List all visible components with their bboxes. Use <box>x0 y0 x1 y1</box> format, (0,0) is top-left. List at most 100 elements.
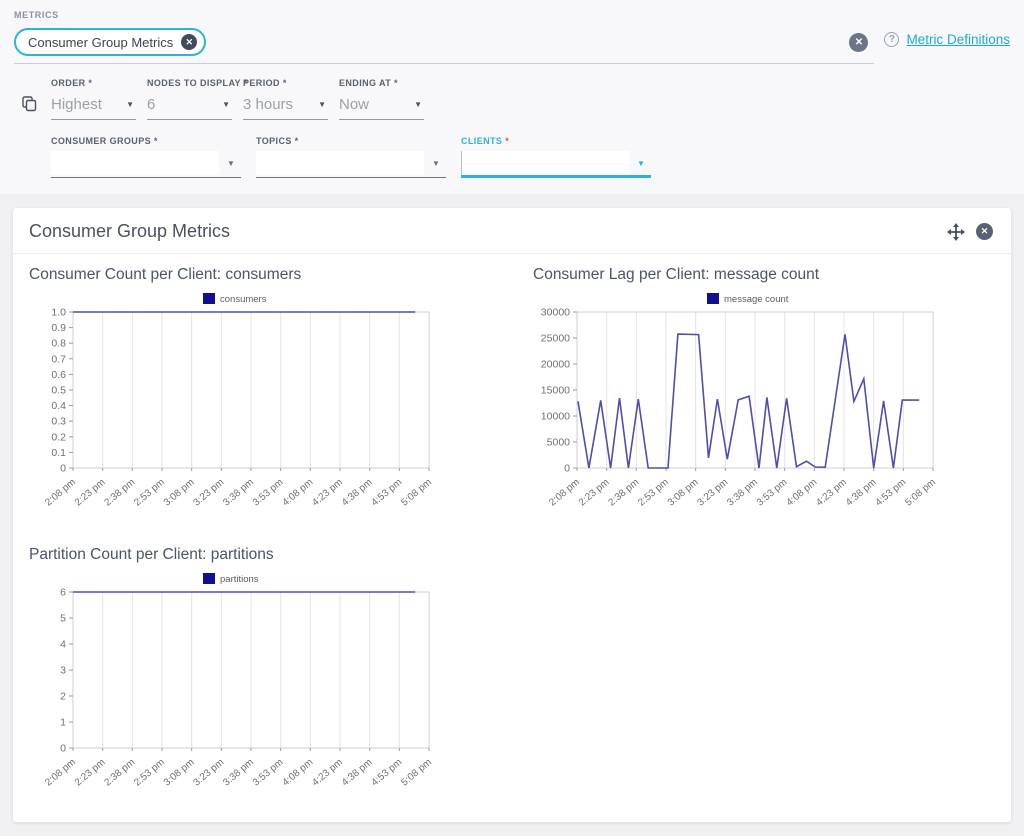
svg-text:5000: 5000 <box>547 437 571 449</box>
metric-chip[interactable]: Consumer Group Metrics ✕ <box>14 28 206 56</box>
svg-text:25000: 25000 <box>541 333 570 345</box>
ending-at-select[interactable]: ENDING AT * Now▼ <box>339 78 424 120</box>
svg-text:3:53 pm: 3:53 pm <box>755 477 790 509</box>
metrics-panel: Consumer Group Metrics ✕ Consumer C <box>13 208 1011 822</box>
nodes-to-display-select[interactable]: NODES TO DISPLAY * 6▼ <box>147 78 232 120</box>
svg-text:2:38 pm: 2:38 pm <box>103 757 138 789</box>
svg-text:3:38 pm: 3:38 pm <box>725 477 760 509</box>
help-icon[interactable]: ? <box>884 32 899 47</box>
svg-text:2:53 pm: 2:53 pm <box>636 477 671 509</box>
clear-metrics-button[interactable]: ✕ <box>849 33 868 52</box>
chevron-down-icon[interactable]: ▼ <box>432 159 440 168</box>
chevron-down-icon[interactable]: ▼ <box>318 100 326 109</box>
svg-text:4:38 pm: 4:38 pm <box>340 757 375 789</box>
chevron-down-icon[interactable]: ▼ <box>222 100 230 109</box>
chevron-down-icon[interactable]: ▼ <box>637 159 645 168</box>
chart-consumer-count: Consumer Count per Client: consumers 00.… <box>25 266 491 522</box>
svg-text:0.3: 0.3 <box>51 416 66 428</box>
svg-text:6: 6 <box>60 587 66 599</box>
chart-partition-count: Partition Count per Client: partitions 0… <box>25 546 491 802</box>
topics-input[interactable] <box>256 151 424 175</box>
svg-text:0.2: 0.2 <box>51 431 66 443</box>
period-value: 3 hours <box>243 96 293 113</box>
svg-text:consumers: consumers <box>220 294 267 305</box>
svg-text:2:08 pm: 2:08 pm <box>43 757 78 789</box>
move-panel-icon[interactable] <box>947 223 965 241</box>
clients-input[interactable] <box>461 151 629 175</box>
chart-canvas: 0500010000150002000025000300002:08 pm2:2… <box>529 290 969 522</box>
filter-row-1: ORDER * Highest▼ NODES TO DISPLAY * 6▼ P… <box>51 78 1010 120</box>
copy-icon[interactable] <box>22 96 37 178</box>
chevron-down-icon[interactable]: ▼ <box>227 159 235 168</box>
svg-text:15000: 15000 <box>541 385 570 397</box>
svg-text:4:23 pm: 4:23 pm <box>310 477 345 509</box>
svg-text:4:08 pm: 4:08 pm <box>281 757 316 789</box>
svg-text:4:53 pm: 4:53 pm <box>874 477 909 509</box>
metrics-multiselect-input[interactable]: Consumer Group Metrics ✕ ✕ <box>14 28 874 64</box>
clients-combobox[interactable]: CLIENTS * ▼ <box>461 136 651 178</box>
filters: ORDER * Highest▼ NODES TO DISPLAY * 6▼ P… <box>14 78 1010 178</box>
chart-canvas: 01234562:08 pm2:23 pm2:38 pm2:53 pm3:08 … <box>25 570 465 802</box>
svg-text:3:53 pm: 3:53 pm <box>251 757 286 789</box>
topics-combobox[interactable]: TOPICS * ▼ <box>256 136 446 178</box>
svg-text:4:38 pm: 4:38 pm <box>340 477 375 509</box>
svg-text:3:08 pm: 3:08 pm <box>162 757 197 789</box>
period-select[interactable]: PERIOD * 3 hours▼ <box>243 78 328 120</box>
chip-remove-icon[interactable]: ✕ <box>181 34 197 50</box>
metric-definitions-link[interactable]: Metric Definitions <box>906 32 1010 47</box>
order-select[interactable]: ORDER * Highest▼ <box>51 78 136 120</box>
svg-text:0.9: 0.9 <box>51 322 66 334</box>
svg-text:message count: message count <box>724 294 789 305</box>
metrics-select-row: Consumer Group Metrics ✕ ✕ ? Metric Defi… <box>14 28 1010 64</box>
ending-at-value: Now <box>339 96 369 113</box>
metric-definitions-group: ? Metric Definitions <box>884 28 1010 47</box>
consumer-groups-input[interactable] <box>51 151 219 175</box>
svg-text:0: 0 <box>60 743 66 755</box>
chevron-down-icon[interactable]: ▼ <box>414 100 422 109</box>
nodes-value: 6 <box>147 96 155 113</box>
svg-text:3:08 pm: 3:08 pm <box>666 477 701 509</box>
svg-text:3:38 pm: 3:38 pm <box>221 477 256 509</box>
metric-chip-label: Consumer Group Metrics <box>28 35 173 50</box>
panel-header: Consumer Group Metrics ✕ <box>13 208 1011 254</box>
panel-title: Consumer Group Metrics <box>29 221 230 242</box>
svg-text:5:08 pm: 5:08 pm <box>903 477 938 509</box>
svg-text:3:23 pm: 3:23 pm <box>192 757 227 789</box>
chart-title: Partition Count per Client: partitions <box>29 546 491 564</box>
svg-text:4:23 pm: 4:23 pm <box>814 477 849 509</box>
svg-text:4: 4 <box>60 639 66 651</box>
svg-text:5:08 pm: 5:08 pm <box>399 477 434 509</box>
order-value: Highest <box>51 96 102 113</box>
svg-text:0.5: 0.5 <box>51 385 66 397</box>
consumer-groups-label: CONSUMER GROUPS <box>51 136 151 146</box>
svg-text:3:23 pm: 3:23 pm <box>696 477 731 509</box>
svg-text:0.8: 0.8 <box>51 338 66 350</box>
svg-text:4:23 pm: 4:23 pm <box>310 757 345 789</box>
chart-title: Consumer Lag per Client: message count <box>533 266 995 284</box>
chart-canvas: 00.10.20.30.40.50.60.70.80.91.02:08 pm2:… <box>25 290 465 522</box>
svg-text:30000: 30000 <box>541 307 570 319</box>
order-label: ORDER <box>51 78 86 88</box>
svg-text:2:53 pm: 2:53 pm <box>132 757 167 789</box>
svg-text:3: 3 <box>60 665 66 677</box>
svg-text:3:53 pm: 3:53 pm <box>251 477 286 509</box>
svg-text:partitions: partitions <box>220 574 259 585</box>
metrics-filter-section: METRICS Consumer Group Metrics ✕ ✕ ? Met… <box>0 0 1024 194</box>
svg-text:0.4: 0.4 <box>51 400 66 412</box>
chevron-down-icon[interactable]: ▼ <box>126 100 134 109</box>
svg-text:0.1: 0.1 <box>51 447 66 459</box>
svg-text:2:38 pm: 2:38 pm <box>103 477 138 509</box>
clients-label: CLIENTS <box>461 136 502 146</box>
ending-at-label: ENDING AT <box>339 78 391 88</box>
svg-text:2:23 pm: 2:23 pm <box>73 477 108 509</box>
consumer-groups-combobox[interactable]: CONSUMER GROUPS * ▼ <box>51 136 241 178</box>
svg-text:20000: 20000 <box>541 359 570 371</box>
svg-text:3:08 pm: 3:08 pm <box>162 477 197 509</box>
svg-text:5: 5 <box>60 613 66 625</box>
svg-text:4:08 pm: 4:08 pm <box>785 477 820 509</box>
svg-text:4:53 pm: 4:53 pm <box>370 477 405 509</box>
svg-text:0.6: 0.6 <box>51 369 66 381</box>
svg-text:1: 1 <box>60 717 66 729</box>
svg-text:0: 0 <box>60 463 66 475</box>
close-panel-icon[interactable]: ✕ <box>976 223 993 240</box>
